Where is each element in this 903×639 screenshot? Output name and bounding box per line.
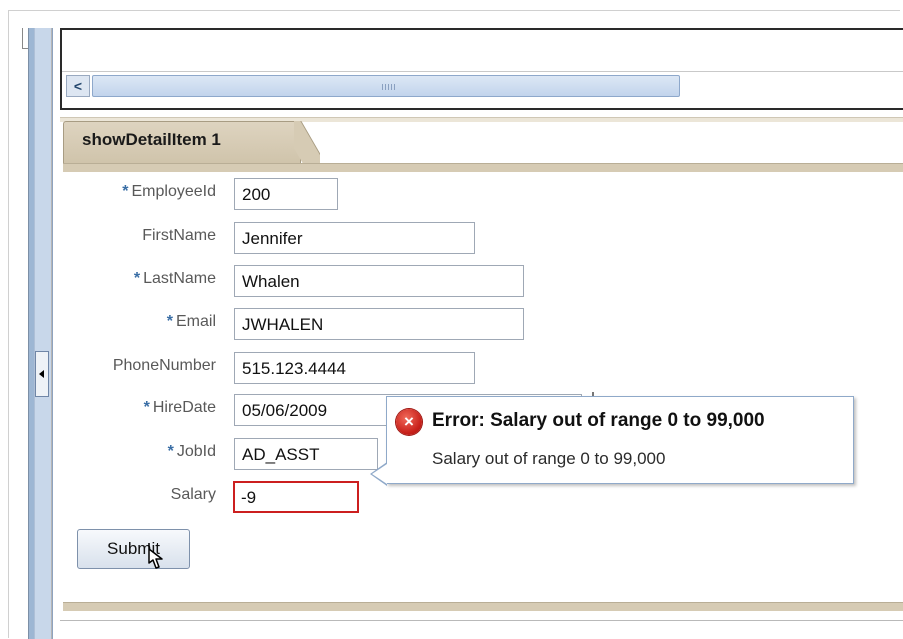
required-marker: *	[133, 270, 141, 287]
hiredate-label: * HireDate	[143, 399, 216, 416]
lastname-field[interactable]: Whalen	[234, 265, 524, 297]
error-x-icon: ×	[396, 409, 422, 435]
phonenumber-field[interactable]: 515.123.4444	[234, 352, 475, 384]
scroll-grip-icon	[382, 84, 396, 90]
submit-button[interactable]: Submit	[77, 529, 190, 569]
employeeid-field[interactable]: 200	[234, 178, 338, 210]
salary-field[interactable]: -9	[233, 481, 359, 513]
required-marker: *	[122, 183, 129, 200]
required-marker: *	[166, 313, 173, 330]
error-title: Error: Salary out of range 0 to 99,000	[432, 410, 765, 431]
tab-content-border	[63, 163, 903, 172]
lastname-label: * LastName	[133, 270, 216, 287]
salary-label: Salary	[170, 486, 216, 503]
firstname-field[interactable]: Jennifer	[234, 222, 475, 254]
required-marker: *	[167, 443, 174, 460]
scroll-left-button[interactable]: <	[66, 75, 90, 97]
mouse-pointer-icon	[148, 543, 163, 569]
tab-edge	[294, 121, 320, 165]
required-marker: *	[143, 399, 150, 416]
bottom-divider	[60, 620, 903, 621]
error-message: Salary out of range 0 to 99,000	[432, 449, 666, 468]
popup-pointer-fill	[372, 464, 387, 484]
phonenumber-label: PhoneNumber	[112, 357, 216, 374]
firstname-label: FirstName	[142, 227, 216, 244]
content-bottom-border	[63, 602, 903, 611]
email-label: * Email	[166, 313, 216, 330]
tab-label[interactable]: showDetailItem 1	[82, 130, 221, 150]
collapse-panel-button[interactable]	[35, 351, 49, 397]
jobid-field[interactable]: AD_ASST	[234, 438, 378, 470]
email-field[interactable]: JWHALEN	[234, 308, 524, 340]
employeeid-label: * EmployeeId	[122, 183, 216, 200]
jobid-label: * JobId	[167, 443, 216, 460]
